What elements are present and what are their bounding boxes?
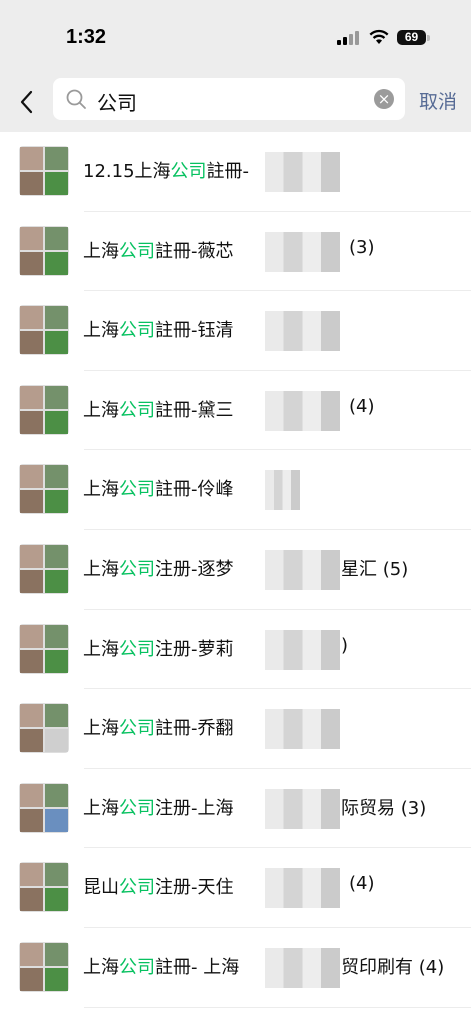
result-title: 上海公司註冊-伶峰	[83, 479, 234, 501]
status-time: 1:32	[66, 26, 107, 48]
result-title: 上海公司注册-萝莉	[83, 638, 234, 660]
redacted-block	[265, 868, 340, 909]
result-title: 昆山公司注册-天住	[83, 877, 234, 899]
result-count: 星汇 (5)	[341, 558, 409, 580]
result-title: 上海公司註冊-乔翻	[83, 718, 234, 740]
group-avatar	[19, 543, 69, 594]
battery-icon: 69	[397, 30, 426, 45]
result-title: 上海公司註冊-钰清	[83, 320, 234, 342]
result-row[interactable]: 上海公司注册-上海 际贸易 (3)	[0, 769, 471, 849]
result-row[interactable]: 12.15上海公司註冊-	[0, 132, 471, 212]
result-row[interactable]: 上海公司註冊-薇芯 (3)	[0, 212, 471, 292]
result-row[interactable]: 上海公司註冊-钰清	[0, 291, 471, 371]
result-title: 上海公司注册-逐梦	[83, 558, 234, 580]
battery-level: 69	[404, 30, 419, 44]
group-avatar	[19, 782, 69, 833]
cancel-button[interactable]: 取消	[419, 87, 457, 114]
redacted-block	[265, 231, 340, 272]
redacted-block	[265, 311, 340, 352]
group-avatar	[19, 146, 69, 196]
group-avatar	[19, 464, 69, 515]
divider	[84, 1006, 471, 1008]
group-avatar	[19, 623, 69, 674]
group-avatar	[19, 703, 69, 754]
wifi-icon	[369, 29, 389, 44]
group-avatar	[19, 225, 69, 276]
result-row[interactable]: 上海公司註冊-伶峰	[0, 450, 471, 530]
redacted-block	[265, 629, 340, 670]
result-count: 贸印刷有 (4)	[341, 956, 445, 978]
search-input[interactable]: 公司 ×	[53, 78, 405, 120]
result-title: 12.15上海公司註冊-	[83, 161, 250, 182]
result-row[interactable]: 上海公司註冊- 上海 贸印刷有 (4)	[0, 928, 471, 1008]
result-row[interactable]: 上海公司註冊-乔翻	[0, 689, 471, 769]
result-row[interactable]: 上海公司註冊-黛三 (4)	[0, 371, 471, 451]
redacted-block	[265, 549, 340, 590]
battery-tip	[427, 35, 430, 41]
redacted-block	[265, 709, 340, 750]
redacted-block	[265, 947, 340, 988]
result-row[interactable]: 上海公司注册-萝莉 )	[0, 610, 471, 690]
redacted-block	[265, 470, 300, 511]
group-avatar	[19, 862, 69, 913]
group-avatar	[19, 941, 69, 992]
result-title: 上海公司注册-上海	[83, 797, 234, 819]
result-row[interactable]: 上海公司注册-逐梦 星汇 (5)	[0, 530, 471, 610]
result-count: )	[341, 634, 349, 656]
result-count: (4)	[349, 395, 375, 417]
group-avatar	[19, 305, 69, 356]
result-count: 际贸易 (3)	[341, 797, 427, 819]
result-list: 12.15上海公司註冊- 上海公司註冊-薇芯 (3) 上海公司註冊-钰清 上海公…	[0, 132, 471, 1008]
redacted-block	[265, 788, 340, 829]
status-bar: 1:32 69	[0, 0, 471, 72]
redacted-block	[265, 152, 340, 192]
redacted-block	[265, 390, 340, 431]
search-bar: 公司 × 取消	[0, 72, 471, 132]
signal-icon	[337, 31, 361, 45]
result-title: 上海公司註冊-薇芯	[83, 240, 234, 262]
back-arrow-icon[interactable]	[16, 88, 38, 116]
result-count: (4)	[349, 873, 375, 895]
group-avatar	[19, 384, 69, 435]
result-row[interactable]: 昆山公司注册-天住 (4)	[0, 848, 471, 928]
clear-icon[interactable]: ×	[374, 89, 394, 109]
result-title: 上海公司註冊-黛三	[83, 399, 234, 421]
search-icon	[66, 89, 86, 109]
result-count: (3)	[349, 236, 375, 258]
result-title: 上海公司註冊- 上海	[83, 956, 240, 978]
search-query[interactable]: 公司	[97, 87, 137, 116]
